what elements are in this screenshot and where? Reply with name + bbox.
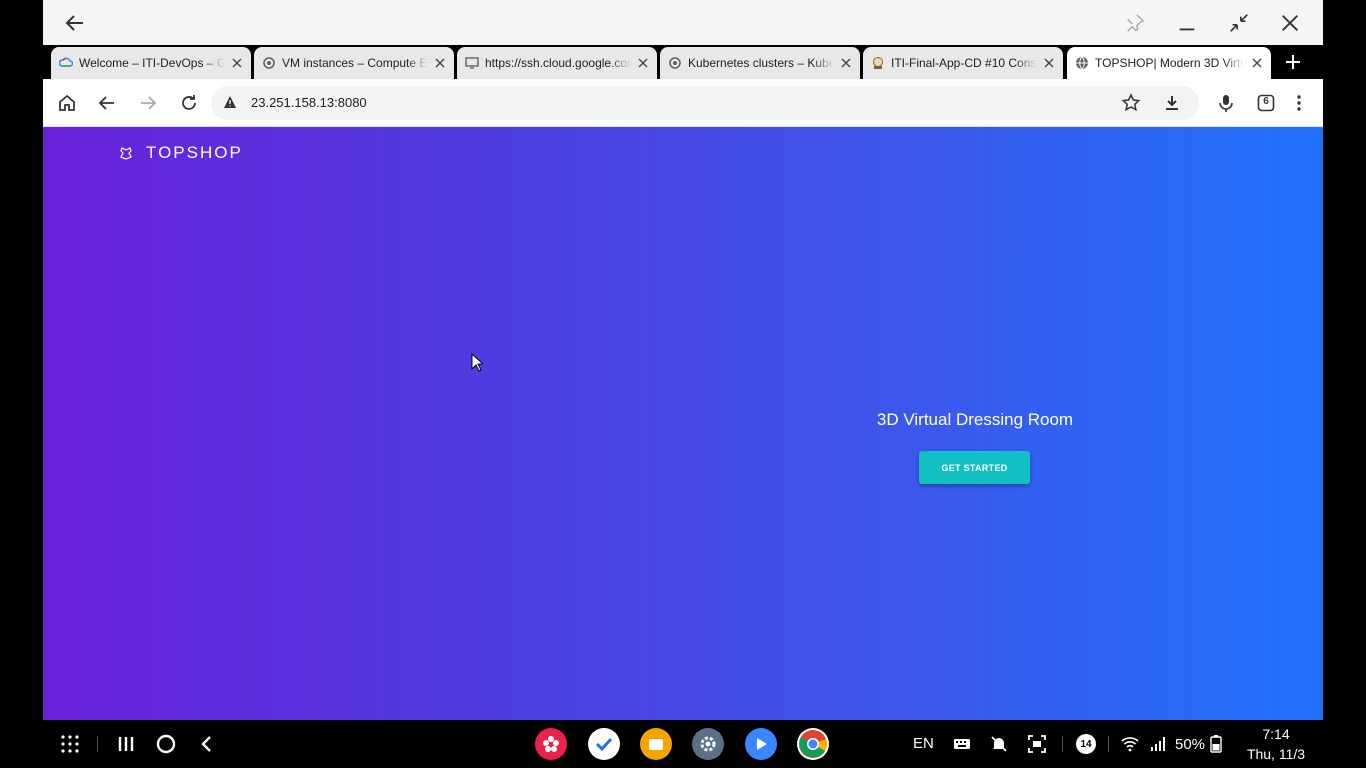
- recent-apps-icon[interactable]: [115, 733, 137, 755]
- wifi-icon[interactable]: [1120, 734, 1140, 754]
- shelf-divider: [97, 736, 98, 752]
- tab-topshop[interactable]: TOPSHOP| Modern 3D Virtual: [1067, 47, 1271, 79]
- signal-strength-icon[interactable]: [1148, 734, 1168, 754]
- notifications-off-icon[interactable]: [989, 734, 1009, 754]
- hero-title: 3D Virtual Dressing Room: [876, 410, 1074, 429]
- close-tab-icon[interactable]: [229, 55, 245, 71]
- tab-kubernetes[interactable]: Kubernetes clusters – Kubern: [660, 47, 860, 79]
- tab-ssh[interactable]: https://ssh.cloud.google.com: [457, 47, 657, 79]
- tab-count: 6: [1263, 96, 1269, 107]
- more-menu-icon[interactable]: [1287, 91, 1311, 115]
- browser-window: Welcome – ITI-DevOps – Goo VM instances …: [43, 0, 1323, 720]
- get-started-button[interactable]: GET STARTED: [919, 451, 1030, 484]
- jenkins-icon: [871, 56, 885, 70]
- screen-capture-icon[interactable]: [1027, 734, 1047, 754]
- ssh-terminal-icon: [465, 56, 479, 70]
- close-window-icon[interactable]: [1273, 6, 1307, 40]
- download-icon[interactable]: [1162, 93, 1182, 113]
- pin-icon[interactable]: [1118, 6, 1152, 40]
- microphone-icon[interactable]: [1214, 91, 1238, 115]
- tab-vm-instances[interactable]: VM instances – Compute Eng: [254, 47, 454, 79]
- launcher-icon[interactable]: [59, 733, 81, 755]
- home-circle-icon[interactable]: [155, 733, 177, 755]
- brand-name: TOPSHOP: [146, 143, 243, 162]
- tab-title: TOPSHOP| Modern 3D Virtual: [1095, 56, 1245, 70]
- url-text: 23.251.158.13:8080: [251, 95, 367, 110]
- forward-icon[interactable]: [136, 91, 160, 115]
- window-titlebar: [43, 0, 1323, 45]
- battery-percentage: 50%: [1175, 736, 1206, 753]
- compute-engine-icon: [262, 56, 276, 70]
- mouse-cursor-icon: [471, 353, 483, 372]
- new-tab-icon[interactable]: [1281, 50, 1305, 74]
- tasks-app-icon[interactable]: [588, 728, 620, 760]
- back-arrow-icon[interactable]: [58, 6, 92, 40]
- keyboard-icon[interactable]: [952, 734, 972, 754]
- clock-date[interactable]: Thu, 11/3: [1240, 746, 1312, 762]
- restore-icon[interactable]: [1222, 6, 1256, 40]
- tab-welcome[interactable]: Welcome – ITI-DevOps – Goo: [51, 47, 251, 79]
- address-bar[interactable]: 23.251.158.13:8080: [211, 86, 1199, 120]
- photos-app-icon[interactable]: [535, 728, 567, 760]
- back-icon[interactable]: [95, 91, 119, 115]
- close-tab-icon[interactable]: [838, 55, 854, 71]
- chrome-icon[interactable]: [797, 728, 829, 760]
- reload-icon[interactable]: [177, 91, 201, 115]
- brand-link[interactable]: TOPSHOP: [119, 143, 243, 163]
- close-tab-icon[interactable]: [1041, 55, 1057, 71]
- home-icon[interactable]: [55, 91, 79, 115]
- tab-strip: Welcome – ITI-DevOps – Goo VM instances …: [43, 45, 1323, 79]
- globe-icon: [1075, 56, 1089, 70]
- settings-app-icon[interactable]: [692, 728, 724, 760]
- tab-title: ITI-Final-App-CD #10 Console: [891, 56, 1037, 70]
- minimize-icon[interactable]: [1170, 6, 1204, 40]
- google-cloud-icon: [59, 56, 73, 70]
- tab-jenkins[interactable]: ITI-Final-App-CD #10 Console: [863, 47, 1063, 79]
- tab-count-button[interactable]: 6: [1254, 91, 1278, 115]
- close-tab-icon[interactable]: [1249, 55, 1265, 71]
- battery-icon[interactable]: [1209, 734, 1223, 754]
- shelf-divider: [1062, 736, 1063, 752]
- clock-time[interactable]: 7:14: [1244, 726, 1308, 742]
- not-secure-warning-icon[interactable]: [223, 95, 237, 109]
- web-page-content: TOPSHOP 3D Virtual Dressing Room GET STA…: [43, 127, 1323, 720]
- files-app-icon[interactable]: [640, 728, 672, 760]
- shelf-divider: [1108, 736, 1109, 752]
- play-store-icon[interactable]: [745, 728, 777, 760]
- browser-toolbar: 23.251.158.13:8080 6: [43, 79, 1323, 127]
- tab-title: Kubernetes clusters – Kubern: [688, 56, 834, 70]
- notification-count: 14: [1080, 738, 1092, 750]
- tab-title: Welcome – ITI-DevOps – Goo: [79, 56, 225, 70]
- notification-count-badge[interactable]: 14: [1076, 734, 1096, 754]
- system-back-icon[interactable]: [196, 733, 218, 755]
- topshop-logo-icon: [120, 147, 132, 160]
- tab-title: https://ssh.cloud.google.com: [485, 56, 631, 70]
- close-tab-icon[interactable]: [432, 55, 448, 71]
- close-tab-icon[interactable]: [635, 55, 651, 71]
- kubernetes-icon: [668, 56, 682, 70]
- tab-title: VM instances – Compute Eng: [282, 56, 428, 70]
- language-indicator[interactable]: EN: [913, 735, 934, 752]
- bookmark-star-icon[interactable]: [1121, 93, 1141, 113]
